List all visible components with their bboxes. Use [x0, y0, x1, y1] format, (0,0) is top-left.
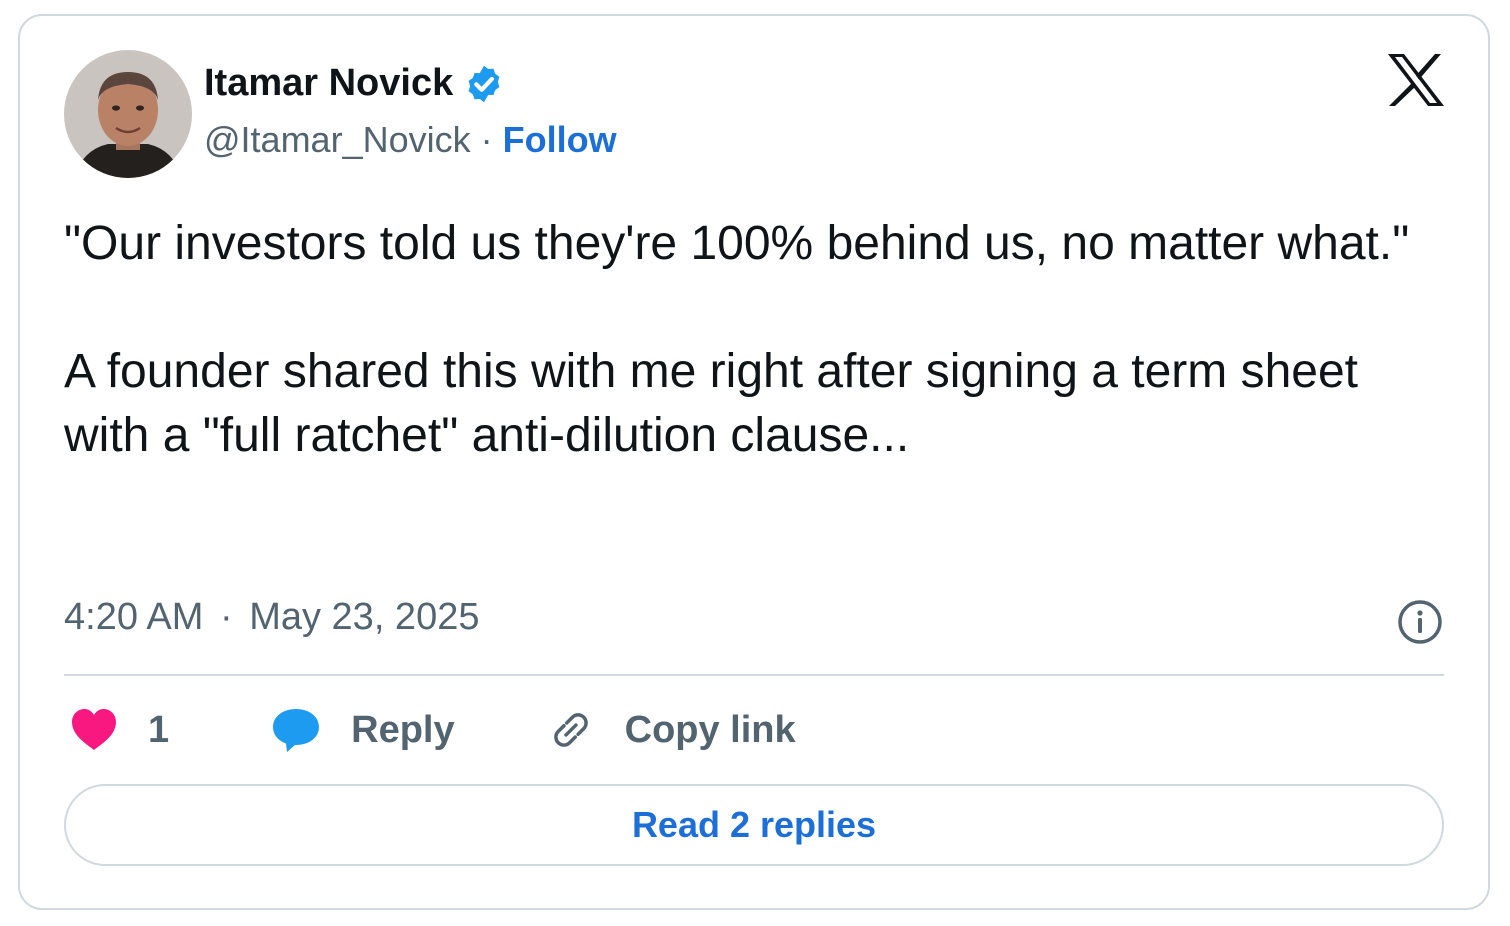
- tweet-text: "Our investors told us they're 100% behi…: [64, 212, 1444, 468]
- verified-badge-icon: [463, 63, 505, 105]
- tweet-embed-card: Itamar Novick @Itamar_Novick · Follow "O…: [18, 14, 1490, 910]
- reply-button[interactable]: Reply: [241, 707, 455, 753]
- x-logo-icon[interactable]: [1386, 52, 1446, 108]
- tweet-paragraph: A founder shared this with me right afte…: [64, 345, 1359, 462]
- copy-link-button[interactable]: Copy link: [517, 706, 796, 754]
- tweet-timestamp[interactable]: 4:20 AM · May 23, 2025: [64, 596, 479, 639]
- like-button[interactable]: 1: [70, 708, 169, 752]
- timestamp-separator: ·: [219, 596, 233, 638]
- divider: [64, 674, 1444, 676]
- action-bar: 1 Reply Copy link: [70, 702, 796, 758]
- author-name-row: Itamar Novick: [204, 62, 505, 105]
- tweet-paragraph: "Our investors told us they're 100% behi…: [64, 217, 1410, 270]
- like-count: 1: [148, 708, 170, 751]
- heart-icon: [70, 708, 118, 752]
- info-icon[interactable]: [1396, 598, 1444, 646]
- author-name[interactable]: Itamar Novick: [204, 62, 453, 105]
- follow-button[interactable]: Follow: [503, 119, 617, 161]
- tweet-time: 4:20 AM: [64, 596, 204, 638]
- read-replies-button[interactable]: Read 2 replies: [64, 784, 1444, 866]
- tweet-date: May 23, 2025: [249, 596, 480, 638]
- avatar[interactable]: [64, 50, 192, 178]
- link-icon: [547, 706, 595, 754]
- handle-separator: ·: [480, 119, 493, 160]
- author-handle-row: @Itamar_Novick · Follow: [204, 119, 617, 161]
- reply-label: Reply: [351, 708, 455, 751]
- author-handle[interactable]: @Itamar_Novick: [204, 119, 471, 161]
- copy-link-label: Copy link: [624, 708, 796, 751]
- avatar-photo: [64, 50, 192, 178]
- speech-bubble-icon: [271, 707, 321, 753]
